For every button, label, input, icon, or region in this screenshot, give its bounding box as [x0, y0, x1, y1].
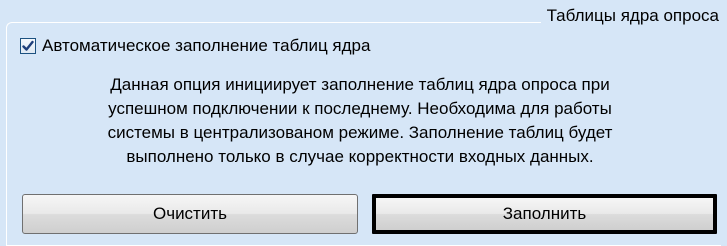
auto-fill-checkbox-row[interactable]: Автоматическое заполнение таблиц ядра — [20, 36, 370, 56]
description-line: выполнено только в случае корректности в… — [126, 147, 594, 166]
description-line: Данная опция инициирует заполнение табли… — [110, 75, 610, 94]
description-line: успешном подключении к последнему. Необх… — [108, 99, 612, 118]
fill-button[interactable]: Заполнить — [372, 194, 717, 234]
auto-fill-checkbox-label[interactable]: Автоматическое заполнение таблиц ядра — [42, 36, 370, 56]
description-text: Данная опция инициирует заполнение табли… — [20, 73, 700, 169]
group-legend: Таблицы ядра опроса — [540, 6, 721, 26]
auto-fill-checkbox[interactable] — [20, 38, 36, 54]
clear-button[interactable]: Очистить — [22, 194, 358, 234]
checkmark-icon — [22, 40, 34, 51]
description-line: системы в централизованом режиме. Заполн… — [107, 123, 613, 142]
